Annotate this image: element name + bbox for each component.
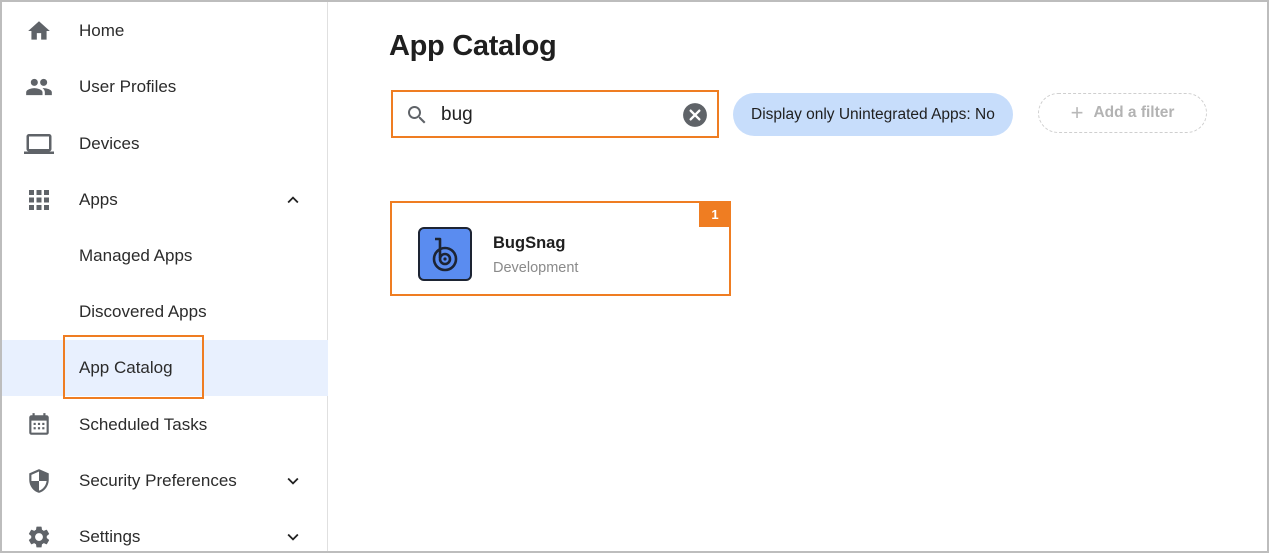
gear-icon <box>24 522 54 551</box>
chevron-down-icon[interactable] <box>282 526 304 548</box>
people-icon <box>24 72 54 102</box>
clear-search-icon[interactable] <box>682 102 708 128</box>
sidebar-item-label: App Catalog <box>79 358 173 377</box>
add-filter-button[interactable]: + Add a filter <box>1038 93 1207 133</box>
chevron-down-icon[interactable] <box>282 470 304 492</box>
plus-icon: + <box>1070 100 1084 125</box>
sidebar: Home User Profiles Devices Apps Managed … <box>2 2 328 551</box>
sidebar-item-label: Apps <box>79 190 118 209</box>
sidebar-item-label: Devices <box>79 134 140 153</box>
shield-icon <box>24 466 54 496</box>
app-card-bugsnag[interactable]: BugSnag Development 1 <box>390 201 731 296</box>
bugsnag-logo <box>418 227 472 281</box>
laptop-icon <box>24 129 54 159</box>
app-window: Home User Profiles Devices Apps Managed … <box>0 0 1269 553</box>
sidebar-item-label: Home <box>79 21 125 40</box>
app-category: Development <box>493 260 579 276</box>
sidebar-item-user-profiles[interactable]: User Profiles <box>2 59 328 115</box>
unintegrated-apps-filter-chip[interactable]: Display only Unintegrated Apps: No <box>733 93 1013 136</box>
sidebar-item-app-catalog[interactable]: App Catalog <box>2 340 328 396</box>
result-count-badge: 1 <box>699 201 731 227</box>
sidebar-item-security-preferences[interactable]: Security Preferences <box>2 453 328 509</box>
sidebar-item-apps[interactable]: Apps <box>2 172 328 228</box>
sidebar-item-label: Settings <box>79 527 141 546</box>
sidebar-item-label: Managed Apps <box>79 246 193 265</box>
sidebar-item-managed-apps[interactable]: Managed Apps <box>2 228 328 284</box>
sidebar-item-settings[interactable]: Settings <box>2 509 328 551</box>
chevron-up-icon[interactable] <box>282 189 304 211</box>
calendar-icon <box>24 410 54 440</box>
sidebar-item-devices[interactable]: Devices <box>2 116 328 172</box>
main-content: App Catalog Display only Unintegrated Ap… <box>329 2 1267 551</box>
grid-icon <box>24 185 54 215</box>
search-input[interactable] <box>441 100 671 130</box>
sidebar-item-label: Discovered Apps <box>79 302 207 321</box>
add-filter-label: Add a filter <box>1093 104 1175 121</box>
app-name: BugSnag <box>493 234 566 252</box>
sidebar-item-discovered-apps[interactable]: Discovered Apps <box>2 284 328 340</box>
page-title: App Catalog <box>389 30 557 62</box>
search-icon <box>405 103 429 127</box>
home-icon <box>24 16 54 46</box>
sidebar-item-label: User Profiles <box>79 77 177 96</box>
sidebar-item-label: Security Preferences <box>79 471 237 490</box>
sidebar-item-scheduled-tasks[interactable]: Scheduled Tasks <box>2 397 328 453</box>
search-box[interactable] <box>391 90 719 138</box>
sidebar-item-home[interactable]: Home <box>2 3 328 59</box>
sidebar-item-label: Scheduled Tasks <box>79 415 208 434</box>
